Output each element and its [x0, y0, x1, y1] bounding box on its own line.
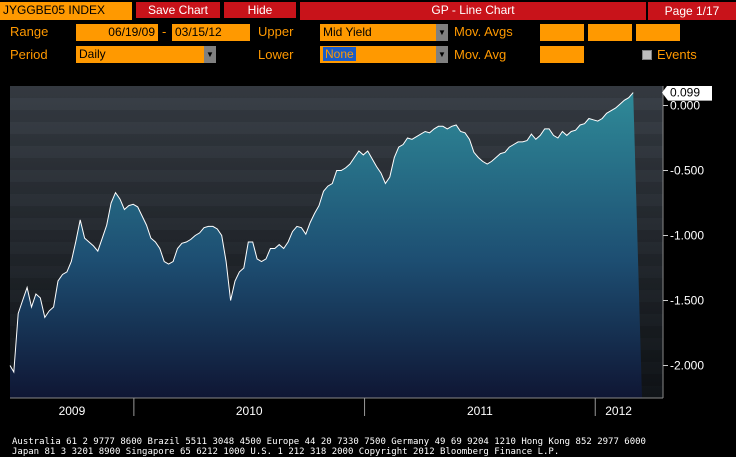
save-chart-button[interactable]: Save Chart: [136, 2, 220, 18]
period-dropdown-arrow-icon[interactable]: ▼: [204, 46, 216, 63]
upper-label: Upper: [258, 24, 294, 39]
plot-band: [10, 110, 663, 122]
range-separator: -: [162, 24, 167, 39]
range-start-input[interactable]: 06/19/09: [76, 24, 158, 41]
events-checkbox[interactable]: [642, 50, 652, 60]
period-select[interactable]: Daily: [76, 46, 204, 63]
mov-avg-label: Mov. Avg: [454, 47, 507, 62]
y-axis: 0.000-0.500-1.000-1.500-2.000: [662, 86, 704, 398]
period-label: Period: [10, 47, 48, 62]
y-tick-label: -1.000: [670, 229, 704, 243]
page-indicator[interactable]: Page 1/17: [648, 2, 736, 20]
last-value-label: 0.099: [662, 86, 712, 101]
line-chart: 0.000-0.500-1.000-1.500-2.000 2009 2010 20…: [9, 86, 712, 418]
y-tick-label: -1.500: [670, 294, 704, 308]
window-title: GP - Line Chart: [300, 2, 646, 20]
upper-select[interactable]: Mid Yield: [320, 24, 436, 41]
y-tick-label: -2.000: [670, 359, 704, 373]
mov-avgs-input-2[interactable]: [588, 24, 632, 41]
x-tick-label: 2012: [605, 404, 632, 418]
x-tick-label: 2010: [236, 404, 263, 418]
footer-contacts-line-2: Japan 81 3 3201 8900 Singapore 65 6212 1…: [12, 447, 560, 457]
footer-contacts-line-1: Australia 61 2 9777 8600 Brazil 5511 304…: [12, 437, 646, 447]
events-label: Events: [657, 47, 697, 62]
mov-avgs-input-1[interactable]: [540, 24, 584, 41]
lower-select-value: None: [323, 47, 356, 61]
last-value-text: 0.099: [670, 86, 700, 100]
y-tick-label: -0.500: [670, 164, 704, 178]
x-axis: 2009 2010 2011 2012: [10, 397, 663, 418]
x-tick-label: 2011: [467, 404, 493, 418]
range-end-input[interactable]: 03/15/12: [172, 24, 250, 41]
ticker-field[interactable]: JYGGBE05 INDEX: [0, 2, 132, 20]
mov-avgs-input-3[interactable]: [636, 24, 680, 41]
lower-select[interactable]: None: [320, 46, 436, 63]
mov-avgs-label: Mov. Avgs: [454, 24, 513, 39]
lower-dropdown-arrow-icon[interactable]: ▼: [436, 46, 448, 63]
x-tick-label: 2009: [59, 404, 86, 418]
lower-label: Lower: [258, 47, 294, 62]
hide-button[interactable]: Hide: [224, 2, 296, 18]
range-label: Range: [10, 24, 49, 39]
plot-band: [10, 86, 663, 98]
mov-avg-input[interactable]: [540, 46, 584, 63]
control-panel: Range 06/19/09 - 03/15/12 Upper Mid Yiel…: [0, 21, 736, 67]
upper-dropdown-arrow-icon[interactable]: ▼: [436, 24, 448, 41]
